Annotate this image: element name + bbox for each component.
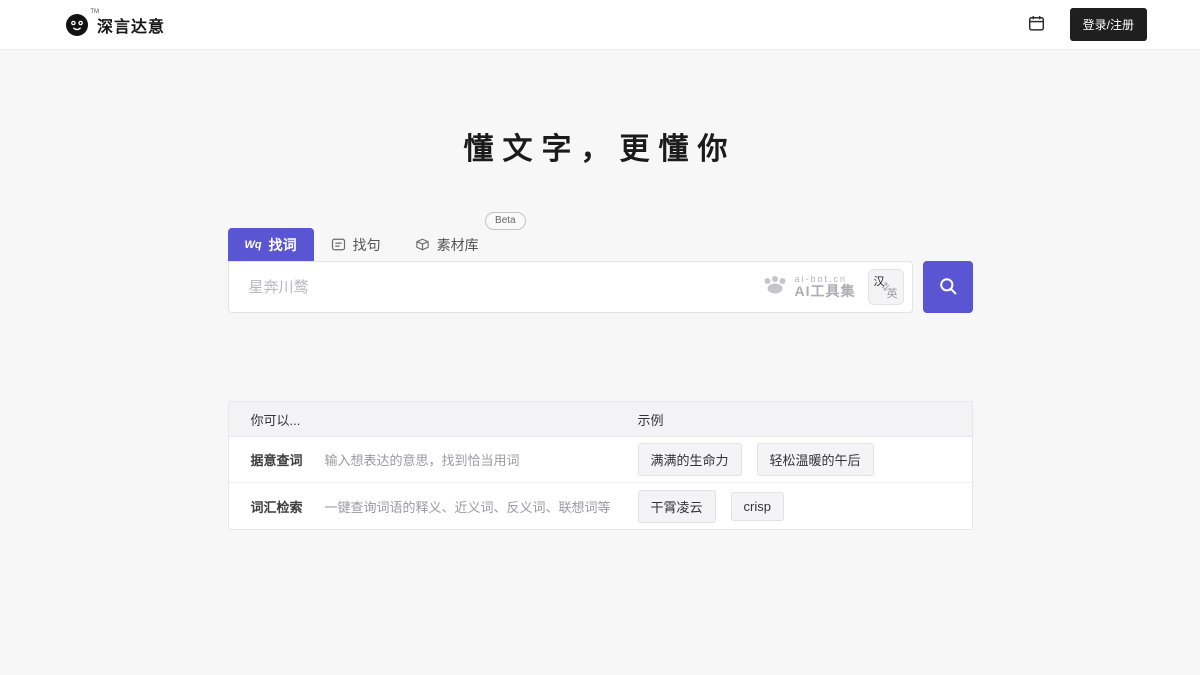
tab-find-sentence-label: 找句 [353,235,381,255]
search-button[interactable] [923,261,973,313]
nav-right: 登录/注册 [1026,8,1147,41]
calendar-button[interactable] [1026,14,1048,36]
tab-material-library[interactable]: 素材库 Beta [398,228,496,261]
paw-icon [761,275,789,300]
help-table: 你可以... 示例 据意查词 输入想表达的意思，找到恰当用词 满满的生命力 轻松… [228,401,973,530]
brand-name: 深言达意 [97,13,165,37]
find-sentence-icon [331,237,346,252]
watermark-name: AI工具集 [795,284,856,299]
feature-name: 词汇检索 [251,497,303,516]
calendar-icon [1028,15,1045,35]
beta-badge: Beta [485,212,526,230]
search-row: ai-bot.cn AI工具集 汉 ⇄ 英 [228,261,973,313]
search-box: ai-bot.cn AI工具集 汉 ⇄ 英 [228,261,913,313]
example-chip[interactable]: 干霄凌云 [638,490,716,523]
example-chip[interactable]: crisp [731,492,784,521]
hero-title: 懂文字，更懂你 [0,124,1200,168]
main-content: 懂文字，更懂你 Wq 找词 找句 [0,124,1200,530]
table-row: 据意查词 输入想表达的意思，找到恰当用词 满满的生命力 轻松温暖的午后 [229,437,972,483]
table-row: 词汇检索 一键查询词语的释义、近义词、反义词、联想词等 干霄凌云 crisp [229,483,972,529]
trademark-label: TM [90,9,99,15]
lang-toggle-button[interactable]: 汉 ⇄ 英 [868,269,904,305]
table-header: 你可以... 示例 [229,402,972,437]
header-capabilities: 你可以... [229,410,638,429]
search-input[interactable] [229,262,761,312]
search-section: Wq 找词 找句 [228,228,973,530]
navbar: TM 深言达意 登录/注册 [0,0,1200,50]
brand-logo-icon: TM [65,13,89,37]
brand[interactable]: TM 深言达意 [65,13,165,37]
tab-find-word-label: 找词 [269,235,297,255]
tab-find-word[interactable]: Wq 找词 [228,228,314,261]
feature-desc: 一键查询词语的释义、近义词、反义词、联想词等 [325,497,611,516]
watermark-text: ai-bot.cn AI工具集 [795,275,856,299]
feature-name: 据意查词 [251,450,303,469]
tab-find-sentence[interactable]: 找句 [314,228,398,261]
tabs: Wq 找词 找句 [228,228,973,261]
search-icon [938,276,958,299]
aibot-watermark: ai-bot.cn AI工具集 [761,275,856,300]
example-chip[interactable]: 满满的生命力 [638,443,742,476]
header-examples: 示例 [638,410,972,429]
feature-desc: 输入想表达的意思，找到恰当用词 [325,450,520,469]
material-library-icon [415,237,430,252]
example-chip[interactable]: 轻松温暖的午后 [757,443,874,476]
tab-material-library-label: 素材库 [437,235,479,255]
find-word-icon: Wq [245,239,262,251]
login-register-button[interactable]: 登录/注册 [1070,8,1147,41]
lang-to-label: 英 [887,285,898,301]
